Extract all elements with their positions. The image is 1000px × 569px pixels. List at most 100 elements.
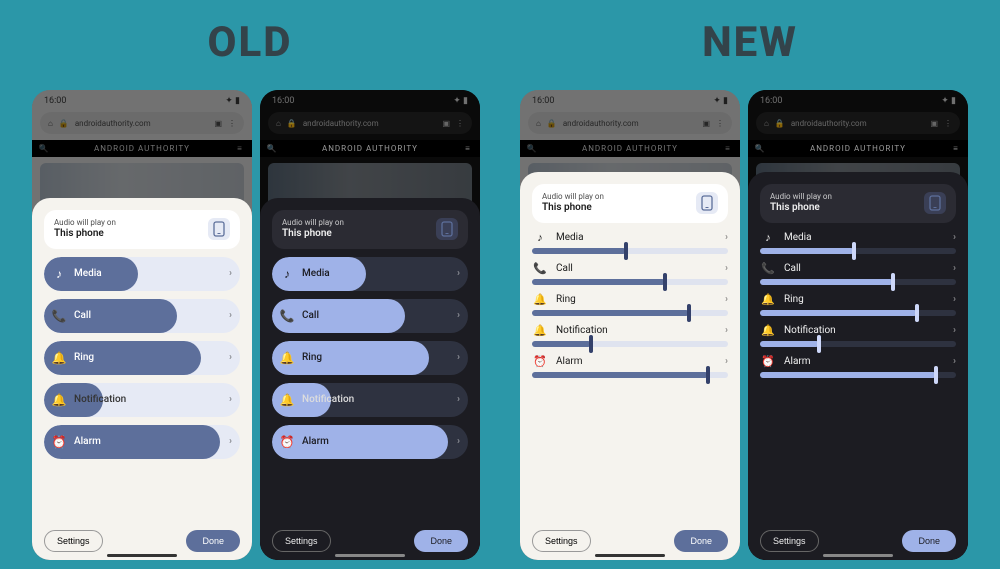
cast-sub: Audio will play on [282, 218, 428, 228]
notification-label: Notification [556, 325, 608, 336]
phone-new-dark: 16:00✦ ▮⌂🔒androidauthority.com▣⋮🔍ANDROID… [748, 90, 968, 560]
call-slider[interactable] [760, 279, 956, 285]
cast-sub: Audio will play on [770, 192, 916, 202]
media-icon: ♪ [760, 231, 776, 244]
volume-call: 📞 Call › [760, 262, 956, 285]
alarm-slider[interactable] [760, 372, 956, 378]
call-icon: 📞 [44, 309, 74, 323]
call-slider[interactable] [532, 279, 728, 285]
volume-media[interactable]: ♪Media › [44, 257, 240, 291]
chevron-right-icon[interactable]: › [953, 232, 956, 243]
cast-sub: Audio will play on [542, 192, 688, 202]
call-icon: 📞 [760, 262, 776, 275]
ring-slider[interactable] [760, 310, 956, 316]
done-button[interactable]: Done [186, 530, 240, 552]
ring-icon: 🔔 [272, 351, 302, 365]
done-button[interactable]: Done [902, 530, 956, 552]
chevron-right-icon[interactable]: › [953, 263, 956, 274]
cast-card[interactable]: Audio will play onThis phone [532, 184, 728, 223]
alarm-icon: ⏰ [532, 355, 548, 368]
call-label: Call [784, 263, 801, 274]
settings-button[interactable]: Settings [532, 530, 591, 552]
chevron-right-icon[interactable]: › [457, 436, 460, 447]
volume-notification[interactable]: 🔔Notification› [44, 383, 240, 417]
volume-alarm[interactable]: ⏰Alarm› [44, 425, 240, 459]
chevron-right-icon[interactable]: › [229, 310, 232, 321]
chevron-right-icon[interactable]: › [229, 394, 232, 405]
media-icon: ♪ [44, 267, 74, 281]
new-group: 16:00✦ ▮⌂🔒androidauthority.com▣⋮🔍ANDROID… [520, 90, 968, 560]
notification-icon: 🔔 [44, 393, 74, 407]
media-label: Media [74, 268, 102, 279]
chevron-right-icon[interactable]: › [953, 294, 956, 305]
notification-icon: 🔔 [532, 324, 548, 337]
nav-bar[interactable] [107, 554, 177, 557]
chevron-right-icon[interactable]: › [725, 232, 728, 243]
chevron-right-icon[interactable]: › [725, 294, 728, 305]
done-button[interactable]: Done [674, 530, 728, 552]
notification-slider[interactable] [760, 341, 956, 347]
volume-call[interactable]: 📞Call› [272, 299, 468, 333]
notification-label: Notification [302, 394, 354, 405]
cast-device: This phone [770, 202, 916, 215]
notification-slider[interactable] [532, 341, 728, 347]
done-button[interactable]: Done [414, 530, 468, 552]
settings-button[interactable]: Settings [272, 530, 331, 552]
alarm-slider[interactable] [532, 372, 728, 378]
volume-media[interactable]: ♪Media › [272, 257, 468, 291]
ring-slider[interactable] [532, 310, 728, 316]
nav-bar[interactable] [335, 554, 405, 557]
notification-label: Notification [784, 325, 836, 336]
chevron-right-icon[interactable]: › [457, 310, 460, 321]
volume-ring: 🔔Ring› [760, 293, 956, 316]
call-icon: 📞 [532, 262, 548, 275]
chevron-right-icon[interactable]: › [953, 356, 956, 367]
alarm-icon: ⏰ [272, 435, 302, 449]
chevron-right-icon[interactable]: › [229, 352, 232, 363]
volume-ring[interactable]: 🔔Ring› [44, 341, 240, 375]
alarm-label: Alarm [784, 356, 811, 367]
chevron-right-icon[interactable]: › [229, 436, 232, 447]
volume-call[interactable]: 📞Call› [44, 299, 240, 333]
label-old: OLD [0, 18, 500, 67]
chevron-right-icon[interactable]: › [725, 325, 728, 336]
chevron-right-icon[interactable]: › [725, 263, 728, 274]
cast-card[interactable]: Audio will play onThis phone [272, 210, 468, 249]
cast-card[interactable]: Audio will play onThis phone [44, 210, 240, 249]
media-icon: ♪ [272, 267, 302, 281]
cast-card[interactable]: Audio will play onThis phone [760, 184, 956, 223]
chevron-right-icon[interactable]: › [725, 356, 728, 367]
media-icon: ♪ [532, 231, 548, 244]
nav-bar[interactable] [823, 554, 893, 557]
phone-new-light: 16:00✦ ▮⌂🔒androidauthority.com▣⋮🔍ANDROID… [520, 90, 740, 560]
settings-button[interactable]: Settings [760, 530, 819, 552]
chevron-right-icon[interactable]: › [953, 325, 956, 336]
volume-sheet: Audio will play onThis phone ♪Media› 📞 Call… [520, 172, 740, 560]
volume-media: ♪Media› [760, 231, 956, 254]
alarm-label: Alarm [74, 436, 101, 447]
ring-label: Ring [74, 352, 94, 363]
volume-sheet: Audio will play onThis phone♪Media›📞Call… [32, 198, 252, 560]
chevron-right-icon[interactable]: › [457, 268, 460, 279]
nav-bar[interactable] [595, 554, 665, 557]
chevron-right-icon[interactable]: › [229, 268, 232, 279]
phone-old-light: 16:00✦ ▮⌂🔒androidauthority.com▣⋮🔍ANDROID… [32, 90, 252, 560]
media-label: Media [302, 268, 330, 279]
call-label: Call [556, 263, 573, 274]
alarm-icon: ⏰ [760, 355, 776, 368]
media-slider[interactable] [532, 248, 728, 254]
volume-ring[interactable]: 🔔Ring› [272, 341, 468, 375]
chevron-right-icon[interactable]: › [457, 352, 460, 363]
volume-sheet: Audio will play onThis phone♪Media›📞Call… [260, 198, 480, 560]
volume-notification[interactable]: 🔔Notification› [272, 383, 468, 417]
volume-ring: 🔔Ring› [532, 293, 728, 316]
phone-icon [924, 192, 946, 214]
label-new: NEW [500, 18, 1000, 67]
chevron-right-icon[interactable]: › [457, 394, 460, 405]
cast-sub: Audio will play on [54, 218, 200, 228]
volume-alarm[interactable]: ⏰Alarm› [272, 425, 468, 459]
volume-media: ♪Media› [532, 231, 728, 254]
ring-label: Ring [556, 294, 576, 305]
media-slider[interactable] [760, 248, 956, 254]
settings-button[interactable]: Settings [44, 530, 103, 552]
